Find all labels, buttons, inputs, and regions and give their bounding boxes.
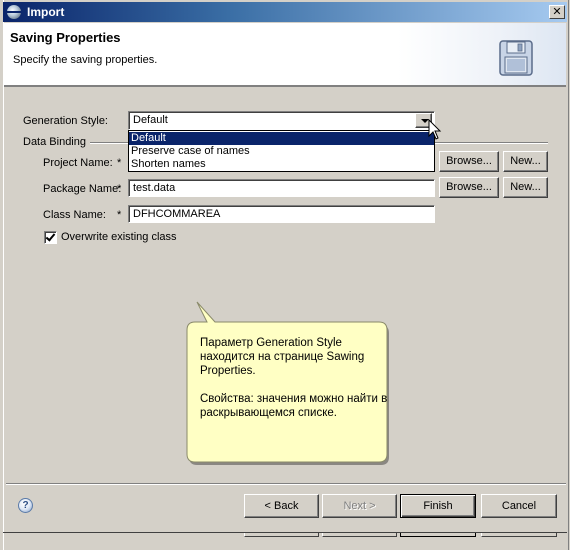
floppy-disk-icon — [499, 40, 533, 76]
help-icon[interactable]: ? — [18, 498, 33, 513]
footer-separator — [6, 483, 566, 485]
callout-paragraph: Свойства: значения можно найти в раскрыв… — [200, 393, 388, 419]
dropdown-option-shorten-names[interactable]: Shorten names — [129, 158, 434, 171]
back-button[interactable]: < Back — [244, 494, 319, 518]
ghost-button-edge — [400, 533, 476, 537]
ghost-button-edge — [244, 533, 319, 537]
class-name-input[interactable]: DFHCOMMAREA — [128, 205, 435, 223]
project-browse-button[interactable]: Browse... — [439, 151, 499, 172]
ghost-button-edge — [481, 533, 557, 537]
package-name-label: Package Name: — [43, 183, 122, 195]
cancel-button[interactable]: Cancel — [481, 494, 557, 518]
project-name-label: Project Name: — [43, 157, 113, 169]
wizard-header: Saving Properties Specify the saving pro… — [4, 23, 566, 87]
mouse-pointer-icon — [428, 119, 442, 140]
callout-paragraph: Параметр Generation Style находится на с… — [200, 337, 365, 377]
data-binding-group-label: Data Binding — [23, 136, 86, 148]
generation-style-combo[interactable]: Default — [128, 111, 435, 130]
required-marker: * — [117, 157, 122, 169]
generation-style-dropdown-list: Default Preserve case of names Shorten n… — [128, 130, 435, 172]
ghost-button-edge — [322, 533, 397, 537]
generation-style-label: Generation Style: — [23, 115, 108, 127]
window-title: Import — [27, 5, 65, 19]
required-marker: * — [117, 183, 122, 195]
class-name-label: Class Name: — [43, 209, 106, 221]
page-description: Specify the saving properties. — [13, 54, 158, 66]
package-browse-button[interactable]: Browse... — [439, 177, 499, 198]
package-new-button[interactable]: New... — [503, 177, 548, 198]
title-bar[interactable]: Import ✕ — [3, 2, 567, 22]
next-button[interactable]: Next > — [322, 494, 397, 518]
page-title: Saving Properties — [10, 30, 121, 45]
dropdown-option-preserve-case[interactable]: Preserve case of names — [129, 145, 434, 158]
required-marker: * — [117, 209, 122, 221]
eclipse-app-icon — [7, 5, 21, 19]
overwrite-checkbox[interactable] — [44, 231, 57, 244]
callout-text: Параметр Generation Style находится на с… — [200, 336, 390, 420]
dropdown-option-default[interactable]: Default — [129, 132, 434, 145]
finish-button[interactable]: Finish — [400, 494, 476, 518]
package-name-input[interactable]: test.data — [128, 179, 435, 197]
close-button[interactable]: ✕ — [549, 5, 565, 19]
project-new-button[interactable]: New... — [503, 151, 548, 172]
overwrite-label[interactable]: Overwrite existing class — [61, 231, 177, 243]
